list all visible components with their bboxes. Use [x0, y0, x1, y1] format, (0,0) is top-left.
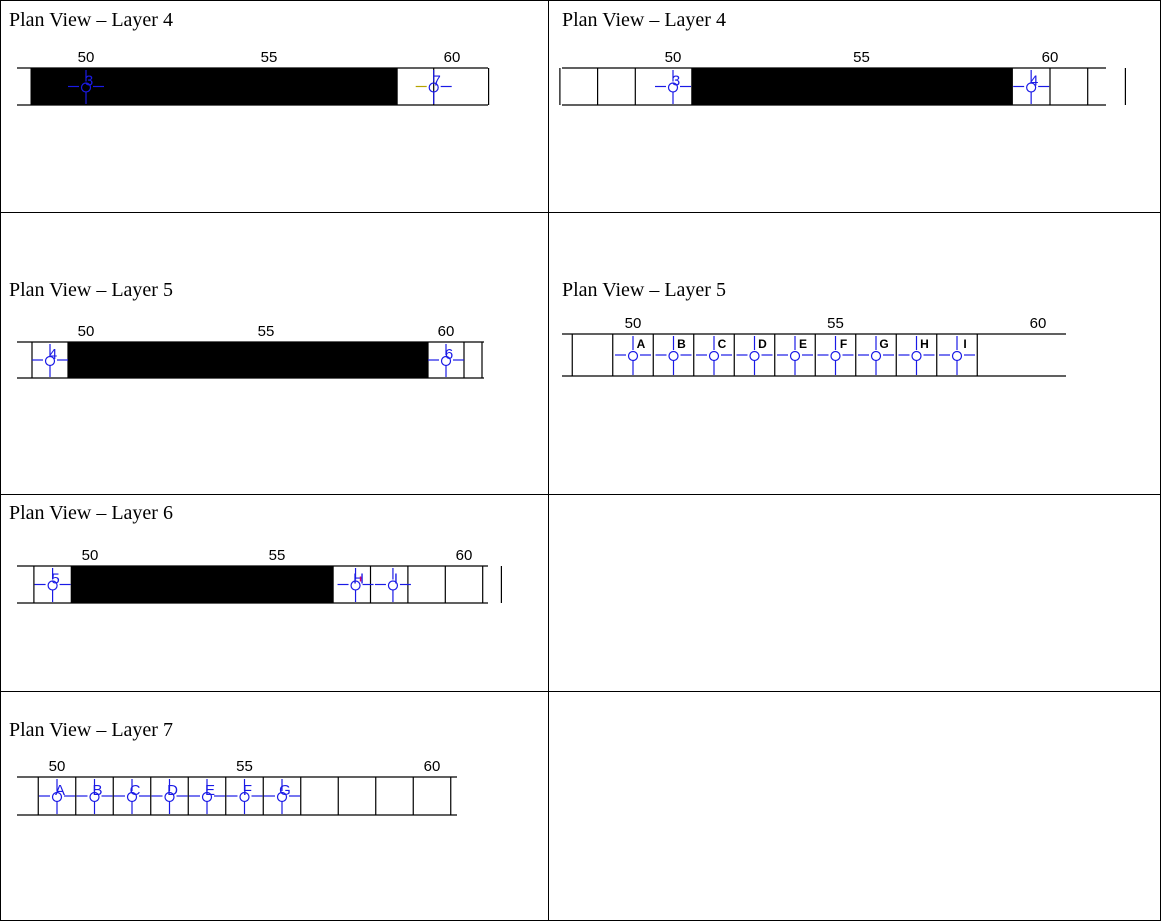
bay-label: 5 [51, 571, 59, 588]
bay-label: B [677, 337, 686, 351]
bay-label: E [205, 782, 215, 799]
bay-label: E [799, 337, 807, 351]
plan-strip-r2c2: 50 55 60 A B C D E F G H I [562, 315, 1066, 377]
bay-label: C [130, 782, 141, 799]
axis-tick-label: 60 [1042, 49, 1059, 66]
axis-tick-label: 60 [1030, 315, 1047, 332]
plan-strip-r4c1: 50 55 60 A B C D E F G [17, 758, 457, 816]
bay-circle-icon [789, 350, 801, 362]
axis-tick-label: 60 [444, 49, 461, 66]
plan-strip-r2c1: 50 55 60 4 6 [17, 323, 484, 379]
bay-label: 3 [672, 73, 680, 90]
bay-label: G [279, 782, 291, 799]
solid-block [68, 342, 428, 378]
bay-label: D [758, 337, 767, 351]
axis-tick-label: 50 [78, 323, 95, 340]
bay-label: D [167, 782, 178, 799]
axis-tick-label: 55 [261, 49, 278, 66]
axis-tick-label: 60 [424, 758, 441, 775]
bay-label: H [353, 571, 364, 588]
plan-strip-r1c2: 50 55 60 3 4 [559, 49, 1127, 106]
bay-label: F [840, 337, 847, 351]
bay-label: I [394, 571, 398, 588]
axis-tick-label: 50 [82, 547, 99, 564]
bay-circle-icon [870, 350, 882, 362]
bay-label: A [55, 782, 65, 799]
axis-tick-label: 55 [258, 323, 275, 340]
bay-circle-icon [911, 350, 922, 362]
bay-label: G [879, 337, 888, 351]
bay-label: 4 [1030, 73, 1038, 90]
plan-views: 50 55 603 750 55 603 450 55 604 650 55 60A B C D E F G H I5… [17, 49, 1127, 816]
bay-label: I [963, 337, 966, 351]
axis-tick-label: 55 [827, 315, 844, 332]
bay-label: 7 [433, 73, 441, 90]
bay-label: F [243, 782, 252, 799]
bay-circle-icon [749, 350, 760, 362]
bay-label: C [718, 337, 727, 351]
bay-label: 3 [85, 73, 93, 90]
axis-tick-label: 55 [236, 758, 253, 775]
bay-label: A [637, 337, 646, 351]
plan-strip-r1c1: 50 55 60 3 7 [17, 49, 490, 106]
bay-label: H [920, 337, 929, 351]
solid-block [691, 68, 1013, 105]
bay-circle-icon [668, 350, 679, 362]
axis-tick-label: 50 [625, 315, 642, 332]
axis-tick-label: 55 [853, 49, 870, 66]
axis-tick-label: 50 [78, 49, 95, 66]
axis-tick-label: 50 [49, 758, 66, 775]
bay-label: 4 [49, 346, 57, 363]
solid-block [71, 566, 334, 603]
axis-tick-label: 55 [269, 547, 286, 564]
plan-strip-r3c1: 50 55 60 5 H I [17, 547, 502, 604]
bay-circle-icon [951, 350, 963, 362]
axis-tick-label: 60 [438, 323, 455, 340]
bay-label: B [92, 782, 102, 799]
axis-tick-label: 50 [665, 49, 682, 66]
bay-circle-icon [708, 350, 720, 362]
bay-label: 6 [445, 346, 453, 363]
bay-circle-icon [830, 350, 841, 362]
bay-circle-icon [627, 350, 639, 362]
axis-tick-label: 60 [456, 547, 473, 564]
